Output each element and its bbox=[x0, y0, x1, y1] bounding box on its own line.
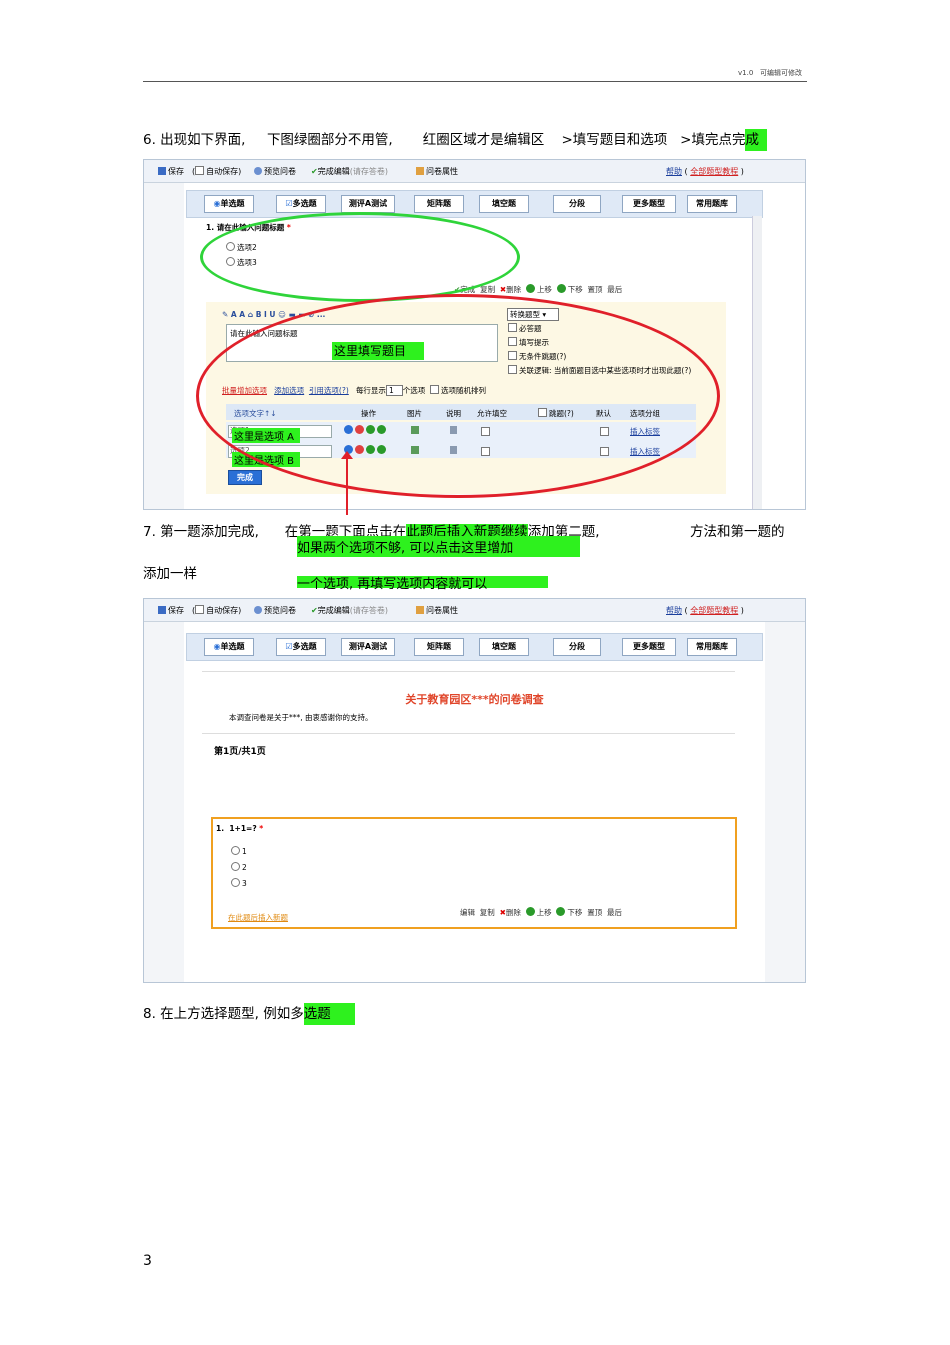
step6-paragraph: 6. 出现如下界面, 下图绿圈部分不用管, 红圈区域才是编辑区 >填写题目和选项… bbox=[143, 128, 767, 151]
preview-button[interactable]: 预览问卷 bbox=[254, 166, 296, 177]
tab-more-types[interactable]: 更多题型 bbox=[622, 638, 676, 656]
props-icon bbox=[416, 167, 424, 175]
tab-evaluation[interactable]: 测评A测试 bbox=[341, 195, 395, 213]
tab-matrix[interactable]: 矩阵题 bbox=[414, 638, 464, 656]
tab-multi-choice[interactable]: ☑多选题 bbox=[276, 638, 326, 656]
editor-screenshot: 保存 (自动保存) 预览问卷 ✔完成编辑(请存答卷) 问卷属性 帮助 ( 全部题… bbox=[143, 159, 806, 510]
step7-paragraph-end: 方法和第一题的 bbox=[690, 524, 785, 540]
check-icon: ✔ bbox=[311, 606, 318, 615]
move-down-action[interactable]: 下移 bbox=[556, 284, 583, 294]
step8-paragraph: 8. 在上方选择题型, 例如多选题 bbox=[143, 1002, 355, 1025]
tab-question-bank[interactable]: 常用题库 bbox=[687, 195, 737, 213]
to-top-action[interactable]: 置顶 bbox=[587, 908, 602, 917]
to-top-action[interactable]: 置顶 bbox=[588, 285, 603, 294]
title-divider-bottom bbox=[202, 733, 735, 734]
red-ring bbox=[196, 294, 720, 498]
tab-fill-blank[interactable]: 填空题 bbox=[479, 638, 529, 656]
question-type-tabs: ◉单选题 ☑多选题 测评A测试 矩阵题 填空题 分段 更多题型 常用题库 bbox=[186, 190, 763, 218]
preview-question-actions: 编辑 复制 ✖删除 上移 下移 置顶 最后 bbox=[460, 907, 622, 918]
save-button[interactable]: 保存 bbox=[158, 605, 184, 616]
right-margin bbox=[765, 622, 805, 982]
annotation-arrow bbox=[346, 453, 348, 515]
tab-question-bank[interactable]: 常用题库 bbox=[687, 638, 737, 656]
copy-action[interactable]: 复制 bbox=[480, 908, 495, 917]
survey-title: 关于教育园区***的问卷调查 bbox=[405, 693, 544, 706]
delete-action[interactable]: ✖删除 bbox=[500, 285, 521, 294]
tab-single-choice[interactable]: ◉单选题 bbox=[204, 195, 254, 213]
to-bottom-action[interactable]: 最后 bbox=[607, 285, 622, 294]
move-down-action[interactable]: 下移 bbox=[556, 907, 582, 917]
help-links[interactable]: 帮助 ( 全部题型教程 ) bbox=[666, 605, 744, 616]
preview-toolbar: 保存 (自动保存) 预览问卷 ✔完成编辑(请存答卷) 问卷属性 帮助 ( 全部题… bbox=[144, 599, 805, 622]
page-number: 3 bbox=[143, 1253, 152, 1269]
page-info: 第1页/共1页 bbox=[214, 747, 266, 757]
option-1[interactable]: 1 bbox=[231, 846, 247, 856]
props-icon bbox=[416, 606, 424, 614]
autosave-checkbox[interactable] bbox=[195, 166, 205, 175]
move-up-action[interactable]: 上移 bbox=[525, 284, 552, 294]
props-button[interactable]: 问卷属性 bbox=[416, 166, 458, 177]
header-rule bbox=[143, 81, 807, 82]
left-margin bbox=[144, 183, 184, 509]
move-up-action[interactable]: 上移 bbox=[525, 907, 552, 917]
autosave-toggle[interactable]: (自动保存) bbox=[192, 166, 241, 177]
help-links[interactable]: 帮助 ( 全部题型教程 ) bbox=[666, 166, 744, 177]
autosave-toggle[interactable]: (自动保存) bbox=[192, 605, 241, 616]
step7-continued: 添加一样 bbox=[143, 566, 197, 582]
save-button[interactable]: 保存 bbox=[158, 166, 184, 177]
tab-evaluation[interactable]: 测评A测试 bbox=[341, 638, 395, 656]
tab-matrix[interactable]: 矩阵题 bbox=[414, 195, 464, 213]
green-ring bbox=[200, 212, 520, 302]
preview-button[interactable]: 预览问卷 bbox=[254, 605, 296, 616]
copy-action[interactable]: 复制 bbox=[480, 285, 495, 294]
editor-toolbar: 保存 (自动保存) 预览问卷 ✔完成编辑(请存答卷) 问卷属性 帮助 ( 全部题… bbox=[144, 160, 805, 183]
option-2[interactable]: 2 bbox=[231, 862, 247, 872]
tab-section[interactable]: 分段 bbox=[553, 195, 601, 213]
finish-edit-button[interactable]: ✔完成编辑(请存答卷) bbox=[311, 605, 388, 616]
note-fill-option: 一个选项, 再填写选项内容就可以 bbox=[297, 576, 548, 592]
magnifier-icon bbox=[254, 167, 262, 175]
editor-scrollbar[interactable] bbox=[752, 216, 762, 509]
note-add-option: 如果两个选项不够, 可以点击这里增加 bbox=[297, 536, 580, 557]
to-bottom-action[interactable]: 最后 bbox=[607, 908, 622, 917]
save-icon bbox=[158, 606, 166, 614]
tab-more-types[interactable]: 更多题型 bbox=[622, 195, 676, 213]
edit-action[interactable]: 编辑 bbox=[460, 908, 475, 917]
survey-description: 本调查问卷是关于***, 由衷感谢你的支持。 bbox=[229, 713, 373, 722]
delete-action[interactable]: ✖删除 bbox=[500, 908, 521, 917]
question-type-tabs: ◉单选题 ☑多选题 测评A测试 矩阵题 填空题 分段 更多题型 常用题库 bbox=[186, 633, 763, 661]
arrow-head bbox=[341, 451, 353, 459]
finish-edit-button[interactable]: ✔完成编辑(请存答卷) bbox=[311, 166, 388, 177]
tab-single-choice[interactable]: ◉单选题 bbox=[204, 638, 254, 656]
question-text: 1. 1+1=? * bbox=[216, 824, 264, 833]
tab-fill-blank[interactable]: 填空题 bbox=[479, 195, 529, 213]
tab-multi-choice[interactable]: ☑多选题 bbox=[276, 195, 326, 213]
option-3[interactable]: 3 bbox=[231, 878, 247, 888]
magnifier-icon bbox=[254, 606, 262, 614]
header-version: v1.0 可编辑可修改 bbox=[738, 69, 802, 77]
insert-question-link[interactable]: 在此题后插入新题 bbox=[228, 912, 288, 923]
check-icon: ✔ bbox=[311, 167, 318, 176]
preview-screenshot: 保存 (自动保存) 预览问卷 ✔完成编辑(请存答卷) 问卷属性 帮助 ( 全部题… bbox=[143, 598, 806, 983]
autosave-checkbox[interactable] bbox=[195, 605, 205, 614]
done-button[interactable]: 完成 bbox=[228, 470, 262, 485]
save-icon bbox=[158, 167, 166, 175]
props-button[interactable]: 问卷属性 bbox=[416, 605, 458, 616]
tab-section[interactable]: 分段 bbox=[553, 638, 601, 656]
left-margin bbox=[144, 622, 184, 982]
title-divider-top bbox=[202, 671, 735, 672]
